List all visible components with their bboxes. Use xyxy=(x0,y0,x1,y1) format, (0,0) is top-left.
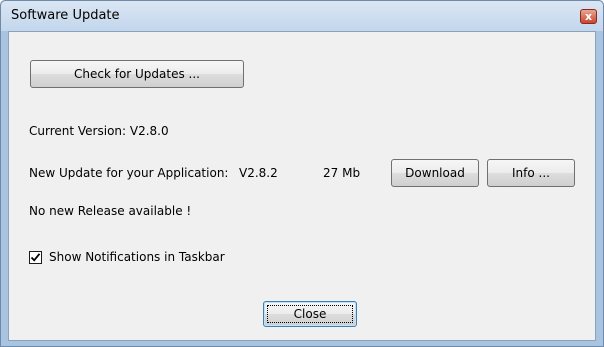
dialog-client-area: Check for Updates ... Current Version: V… xyxy=(8,31,596,341)
show-notifications-label[interactable]: Show Notifications in Taskbar xyxy=(49,250,225,264)
title-bar[interactable]: Software Update x xyxy=(1,1,603,31)
current-version-label: Current Version: V2.8.0 xyxy=(29,124,169,138)
checkmark-icon xyxy=(30,253,41,262)
download-button[interactable]: Download xyxy=(391,159,479,187)
window-title: Software Update xyxy=(11,8,120,23)
info-button[interactable]: Info ... xyxy=(487,159,575,187)
close-icon: x xyxy=(584,10,593,23)
new-update-label: New Update for your Application: xyxy=(29,166,229,180)
close-button[interactable]: Close xyxy=(263,301,357,327)
window-close-button[interactable]: x xyxy=(580,9,597,24)
show-notifications-checkbox[interactable] xyxy=(29,251,42,264)
new-version-value: V2.8.2 xyxy=(239,166,278,180)
update-size-value: 27 Mb xyxy=(323,166,361,180)
software-update-window: Software Update x Check for Updates ... … xyxy=(0,0,604,347)
check-for-updates-button[interactable]: Check for Updates ... xyxy=(30,60,244,88)
no-release-message: No new Release available ! xyxy=(29,204,192,218)
close-button-label: Close xyxy=(293,307,327,321)
